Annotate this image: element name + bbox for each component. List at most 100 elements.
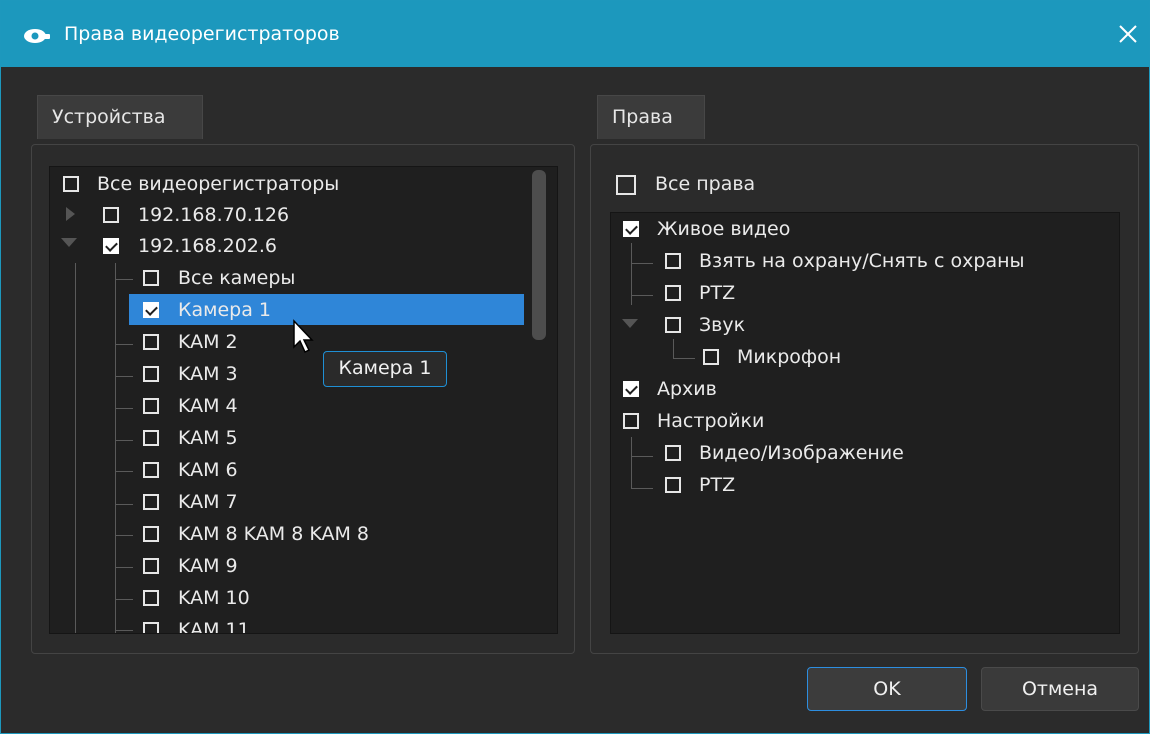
tree-item-label: Видео/Изображение — [699, 442, 904, 464]
checkbox[interactable] — [665, 317, 681, 333]
tree-item-label: 192.168.70.126 — [138, 204, 290, 226]
tree-connector — [631, 263, 653, 264]
devices-tree-scrollbar[interactable] — [532, 170, 546, 340]
tree-connector — [115, 535, 133, 536]
rights-item-microphone[interactable]: Микрофон — [699, 342, 1109, 372]
checkbox[interactable] — [143, 430, 159, 446]
tree-connector — [115, 599, 133, 600]
tree-connector — [115, 471, 133, 472]
checkbox[interactable] — [616, 175, 636, 195]
window-title: Права видеорегистраторов — [64, 23, 340, 45]
tree-item-label: Камера 1 — [178, 299, 271, 321]
tree-item-label: Настройки — [657, 410, 765, 432]
tree-item-camera[interactable]: KAM 5 — [139, 423, 519, 453]
tooltip: Камера 1 — [323, 351, 447, 387]
rights-item-live-video[interactable]: Живое видео — [619, 214, 1109, 244]
checkbox[interactable] — [665, 253, 681, 269]
checkbox[interactable] — [143, 462, 159, 478]
collapse-arrow-icon[interactable] — [61, 238, 77, 247]
tree-item-label: Микрофон — [737, 346, 842, 368]
tree-connector — [673, 339, 674, 359]
tree-connector — [115, 344, 133, 345]
rights-item-ptz[interactable]: PTZ — [661, 278, 1111, 308]
collapse-arrow-icon[interactable] — [622, 319, 638, 328]
tree-item-camera[interactable]: KAM 4 — [139, 391, 519, 421]
tree-item-label: KAM 8 KAM 8 KAM 8 — [178, 523, 370, 545]
tab-devices[interactable]: Устройства — [37, 95, 203, 139]
checkbox[interactable] — [143, 558, 159, 574]
tree-connector — [115, 279, 133, 280]
tab-rights[interactable]: Права — [597, 95, 705, 139]
tree-connector — [115, 440, 133, 441]
tree-item-label: Все камеры — [178, 267, 296, 289]
rights-item-sound[interactable]: Звук — [661, 310, 1111, 340]
rights-item-settings[interactable]: Настройки — [619, 406, 1109, 436]
tree-item-camera[interactable]: KAM 7 — [139, 487, 519, 517]
tree-connector — [631, 295, 653, 296]
ok-button[interactable]: OK — [807, 667, 967, 711]
all-rights-label: Все права — [655, 173, 756, 195]
checkbox[interactable] — [143, 526, 159, 542]
tree-item-label: Архив — [657, 378, 717, 400]
tree-item-camera[interactable]: KAM 10 — [139, 583, 519, 613]
tree-connector — [631, 437, 632, 489]
checkbox[interactable] — [665, 285, 681, 301]
checkbox[interactable] — [143, 366, 159, 382]
rights-item-video-image[interactable]: Видео/Изображение — [661, 438, 1111, 468]
tree-item-label: KAM 3 — [178, 363, 238, 385]
checkbox[interactable] — [143, 270, 159, 286]
tree-item-camera[interactable]: KAM 8 KAM 8 KAM 8 — [139, 519, 519, 549]
tree-connector — [115, 567, 133, 568]
tree-item-label: Все видеорегистраторы — [97, 173, 340, 195]
tree-item-recorder[interactable]: 192.168.202.6 — [99, 231, 519, 261]
title-bar: Права видеорегистраторов — [1, 1, 1149, 67]
tree-item-camera[interactable]: KAM 11 — [139, 615, 519, 633]
tree-item-label: KAM 11 — [178, 619, 250, 633]
close-icon[interactable] — [1115, 21, 1141, 47]
tree-connector — [75, 263, 76, 633]
checkbox[interactable] — [63, 176, 79, 192]
tree-item-all-recorders[interactable]: Все видеорегистраторы — [59, 169, 519, 199]
tree-connector — [673, 358, 695, 359]
dialog-window: Права видеорегистраторов Устройства Прав… — [0, 0, 1150, 734]
checkbox[interactable] — [623, 413, 639, 429]
tree-item-label: KAM 4 — [178, 395, 238, 417]
tree-item-label: Живое видео — [657, 218, 791, 240]
tree-item-label: KAM 9 — [178, 555, 238, 577]
tree-item-label: 192.168.202.6 — [138, 235, 278, 257]
checkbox[interactable] — [665, 445, 681, 461]
tree-item-camera[interactable]: KAM 9 — [139, 551, 519, 581]
tree-connector — [115, 504, 133, 505]
tree-item-label: PTZ — [699, 474, 736, 496]
tree-connector — [115, 630, 133, 631]
tree-item-recorder[interactable]: 192.168.70.126 — [99, 200, 519, 230]
tree-connector — [115, 408, 133, 409]
mouse-cursor-icon — [293, 319, 314, 354]
rights-item-archive[interactable]: Архив — [619, 374, 1109, 404]
tree-item-label: KAM 6 — [178, 459, 238, 481]
cancel-button[interactable]: Отмена — [981, 667, 1139, 711]
tree-item-label: KAM 7 — [178, 491, 238, 513]
checkbox[interactable] — [143, 622, 159, 633]
checkbox[interactable] — [143, 334, 159, 350]
tree-item-camera[interactable]: KAM 6 — [139, 455, 519, 485]
rights-item-ptz-settings[interactable]: PTZ — [661, 470, 1111, 500]
checkbox-checked[interactable] — [143, 302, 159, 318]
tree-item-camera-selected[interactable]: Камера 1 — [139, 295, 519, 325]
checkbox[interactable] — [143, 590, 159, 606]
checkbox[interactable] — [103, 207, 119, 223]
checkbox[interactable] — [143, 398, 159, 414]
checkbox-checked[interactable] — [623, 381, 639, 397]
checkbox-checked[interactable] — [103, 238, 119, 254]
checkbox[interactable] — [143, 494, 159, 510]
checkbox[interactable] — [703, 349, 719, 365]
checkbox[interactable] — [665, 477, 681, 493]
checkbox-checked[interactable] — [623, 221, 639, 237]
tree-item-label: KAM 5 — [178, 427, 238, 449]
rights-item-arm-disarm[interactable]: Взять на охрану/Снять с охраны — [661, 246, 1111, 276]
tree-item-label: PTZ — [699, 282, 736, 304]
expand-arrow-icon[interactable] — [66, 207, 75, 221]
tree-item-camera[interactable]: Все камеры — [139, 263, 519, 293]
camera-app-icon — [24, 29, 50, 43]
tree-item-label: KAM 2 — [178, 331, 238, 353]
